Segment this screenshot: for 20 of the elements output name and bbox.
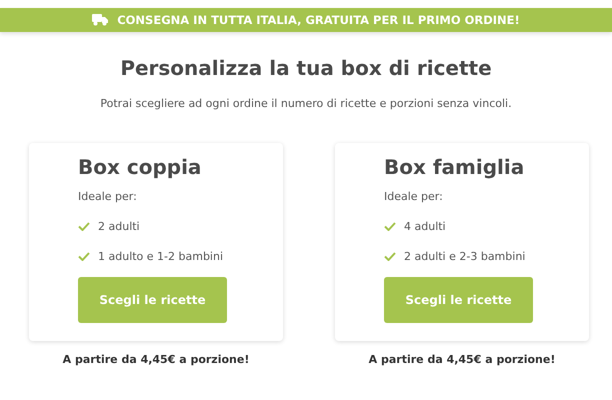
feature-text: 4 adulti [404,220,446,233]
plan-intro: Ideale per: [384,190,443,203]
banner-text: CONSEGNA IN TUTTA ITALIA, GRATUITA PER IL PRIMO ORDINE! [117,13,520,27]
feature-text: 2 adulti [98,220,140,233]
price-note: A partire da 4,45€ a porzione! [368,353,556,366]
page-subheading: Potrai scegliere ad ogni ordine il numero di ricette e porzioni senza vincoli. [99,97,513,110]
price-note: A partire da 4,45€ a porzione! [62,353,250,366]
feature-text: 2 adulti e 2-3 bambini [404,250,526,263]
check-icon [384,222,396,231]
plan-title: Box coppia [78,155,202,179]
choose-recipes-button[interactable]: Scegli le ricette [384,277,533,323]
check-icon [384,252,396,261]
truck-icon [92,14,108,26]
check-icon [78,222,90,231]
choose-recipes-button[interactable]: Scegli le ricette [78,277,227,323]
plan-intro: Ideale per: [78,190,137,203]
feature-text: 1 adulto e 1-2 bambini [98,250,224,263]
check-icon [78,252,90,261]
page-heading: Personalizza la tua box di ricette [119,56,493,80]
plan-title: Box famiglia [384,155,524,179]
